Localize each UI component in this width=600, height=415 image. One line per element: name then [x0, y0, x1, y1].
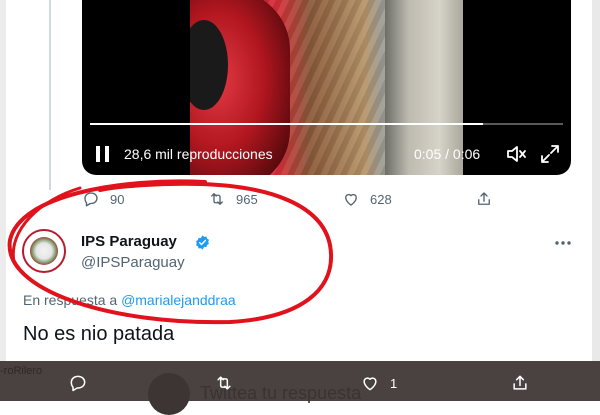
reply-context: En respuesta a @marialejanddraa — [23, 292, 236, 308]
handle[interactable]: @IPSParaguay — [81, 254, 185, 271]
avatar[interactable] — [22, 229, 66, 273]
mute-icon[interactable] — [504, 142, 528, 166]
verified-icon — [196, 235, 209, 250]
video-progress-bar[interactable] — [90, 123, 563, 125]
reply-icon — [84, 192, 98, 207]
retweet-count: 965 — [236, 191, 258, 207]
window-right-edge — [592, 0, 600, 401]
video-progress-fill — [90, 123, 483, 125]
like-icon — [363, 377, 377, 391]
like-button[interactable]: 628 — [342, 187, 392, 211]
reply-tweet[interactable]: IPS Paraguay @IPSParaguay En respuesta a… — [18, 218, 588, 363]
reply-icon — [70, 375, 86, 392]
share-icon — [513, 375, 527, 390]
more-icon[interactable] — [554, 240, 572, 246]
thread-line — [49, 0, 51, 190]
reply-composer-bar: -roRilero Twittea tu respuesta 1 — [0, 361, 600, 415]
bar-retweet-button[interactable] — [214, 373, 234, 393]
retweet-icon — [211, 193, 223, 205]
like-count: 628 — [370, 191, 392, 207]
retweet-button[interactable]: 965 — [208, 187, 258, 211]
reply-count: 90 — [110, 191, 125, 207]
faded-text: -roRilero — [0, 365, 43, 377]
display-name[interactable]: IPS Paraguay — [81, 233, 177, 250]
composer-avatar — [148, 373, 190, 415]
tweet-text: No es nio patada — [23, 323, 175, 345]
pause-icon[interactable] — [96, 146, 110, 162]
view-count: 28,6 mil reproducciones — [124, 146, 273, 162]
fullscreen-icon[interactable] — [538, 142, 562, 166]
like-icon — [345, 193, 357, 206]
video-time: 0:05 / 0:06 — [414, 146, 481, 162]
reply-to-link[interactable]: @marialejanddraa — [121, 292, 236, 308]
bar-like-button[interactable]: 1 — [360, 373, 397, 393]
reply-prefix: En respuesta a — [23, 292, 118, 308]
retweet-icon — [217, 376, 231, 390]
share-icon — [478, 192, 490, 205]
window-left-edge — [0, 0, 6, 401]
bar-reply-button[interactable] — [68, 373, 88, 393]
bar-share-button[interactable] — [510, 373, 530, 393]
bar-like-count: 1 — [390, 375, 398, 391]
share-button[interactable] — [475, 187, 503, 211]
video-player[interactable]: 28,6 mil reproducciones 0:05 / 0:06 — [82, 0, 571, 175]
reply-button[interactable]: 90 — [82, 187, 124, 211]
